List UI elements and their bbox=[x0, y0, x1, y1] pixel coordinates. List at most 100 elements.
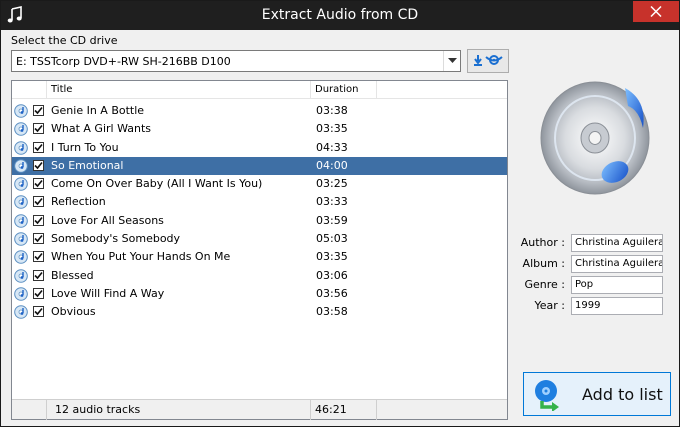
track-checkbox[interactable] bbox=[33, 233, 44, 245]
cd-track-icon bbox=[14, 140, 28, 155]
checkmark-icon bbox=[34, 308, 43, 316]
track-row[interactable]: Reflection 03:33 bbox=[12, 193, 507, 211]
add-to-list-button[interactable]: Add to list bbox=[523, 372, 671, 416]
author-field[interactable]: Christina Aguilera bbox=[571, 234, 663, 252]
cd-drive-select[interactable]: E: TSSTcorp DVD+-RW SH-216BB D100 bbox=[11, 50, 461, 72]
track-row[interactable]: Love Will Find A Way 03:56 bbox=[12, 285, 507, 303]
checkmark-icon bbox=[34, 106, 43, 115]
header-title[interactable]: Title bbox=[47, 81, 311, 99]
year-field[interactable]: 1999 bbox=[571, 297, 663, 315]
cd-track-icon bbox=[14, 104, 28, 118]
track-title: Come On Over Baby (All I Want Is You) bbox=[51, 177, 263, 191]
track-title: Love For All Seasons bbox=[51, 213, 164, 227]
track-duration: 03:35 bbox=[316, 122, 348, 136]
track-row[interactable]: When You Put Your Hands On Me 03:35 bbox=[12, 248, 507, 266]
header-icon-column[interactable] bbox=[12, 81, 47, 99]
track-duration: 03:59 bbox=[316, 213, 348, 227]
track-title: Genie In A Bottle bbox=[51, 104, 145, 117]
genre-field[interactable]: Pop bbox=[571, 276, 663, 294]
track-checkbox[interactable] bbox=[33, 287, 44, 299]
track-duration: 03:25 bbox=[316, 177, 348, 191]
track-row[interactable]: So Emotional 04:00 bbox=[12, 156, 507, 176]
checkmark-icon bbox=[34, 180, 43, 188]
track-title: Blessed bbox=[51, 268, 94, 282]
cd-track-icon bbox=[14, 159, 28, 173]
track-duration: 03:06 bbox=[316, 268, 348, 282]
eject-icon bbox=[474, 55, 503, 66]
track-duration: 04:00 bbox=[316, 158, 348, 172]
cd-track-icon bbox=[14, 305, 28, 320]
checkmark-icon bbox=[34, 235, 43, 243]
track-duration: 03:38 bbox=[316, 104, 348, 117]
album-field[interactable]: Christina Aguilera bbox=[571, 255, 663, 273]
track-checkbox[interactable] bbox=[33, 269, 44, 281]
track-title: Love Will Find A Way bbox=[51, 286, 165, 300]
track-row[interactable]: Blessed 03:06 bbox=[12, 267, 507, 285]
header-duration[interactable]: Duration bbox=[311, 81, 377, 99]
cd-track-icon bbox=[14, 122, 28, 137]
cd-track-icon bbox=[14, 287, 28, 301]
track-checkbox[interactable] bbox=[33, 105, 44, 116]
track-checkbox[interactable] bbox=[33, 123, 44, 135]
track-list-header: Title Duration bbox=[12, 81, 507, 99]
drive-select-value: E: TSSTcorp DVD+-RW SH-216BB D100 bbox=[16, 55, 231, 68]
close-button[interactable] bbox=[633, 1, 679, 22]
cd-track-icon bbox=[14, 250, 28, 265]
footer-blank bbox=[12, 400, 47, 420]
track-title: I Turn To You bbox=[51, 140, 119, 154]
track-row[interactable]: Somebody's Somebody 05:03 bbox=[12, 230, 507, 248]
checkmark-icon bbox=[34, 289, 43, 298]
track-row[interactable]: Obvious 03:58 bbox=[12, 303, 507, 321]
checkmark-icon bbox=[34, 198, 43, 206]
checkmark-icon bbox=[34, 143, 43, 151]
checkmark-icon bbox=[34, 253, 43, 261]
track-title: Somebody's Somebody bbox=[51, 232, 181, 246]
track-duration: 03:58 bbox=[316, 305, 348, 319]
track-checkbox[interactable] bbox=[33, 196, 44, 208]
title-bar[interactable]: Extract Audio from CD bbox=[1, 1, 679, 30]
add-to-list-label: Add to list bbox=[582, 385, 663, 404]
track-checkbox[interactable] bbox=[33, 214, 44, 226]
add-to-list-icon bbox=[535, 380, 559, 411]
track-list[interactable]: Title Duration Genie In A Bottle 03:38 Wha… bbox=[11, 80, 508, 420]
extract-audio-window: Extract Audio from CD Select the CD driv… bbox=[0, 0, 680, 427]
cd-track-icon bbox=[14, 213, 28, 228]
cd-track-icon bbox=[14, 232, 28, 246]
track-title: When You Put Your Hands On Me bbox=[51, 250, 231, 264]
checkmark-icon bbox=[34, 125, 43, 133]
window-title: Extract Audio from CD bbox=[261, 7, 419, 23]
track-checkbox[interactable] bbox=[33, 251, 44, 263]
track-title: So Emotional bbox=[51, 158, 124, 172]
track-row[interactable]: Genie In A Bottle 03:38 bbox=[12, 102, 507, 120]
track-checkbox[interactable] bbox=[33, 306, 44, 318]
track-row[interactable]: What A Girl Wants 03:35 bbox=[12, 120, 507, 138]
track-row[interactable]: Love For All Seasons 03:59 bbox=[12, 212, 507, 230]
track-duration: 04:33 bbox=[316, 140, 348, 154]
track-duration: 03:56 bbox=[316, 286, 348, 300]
checkmark-icon bbox=[34, 216, 43, 224]
track-row[interactable]: Come On Over Baby (All I Want Is You) 03:… bbox=[12, 175, 507, 193]
checkmark-icon bbox=[34, 161, 43, 170]
total-duration: 46:21 bbox=[311, 400, 377, 420]
cd-track-icon bbox=[14, 268, 28, 283]
eject-button[interactable] bbox=[467, 49, 509, 73]
track-duration: 03:33 bbox=[316, 195, 348, 209]
track-checkbox[interactable] bbox=[33, 159, 44, 171]
cd-track-icon bbox=[14, 177, 28, 191]
track-title: What A Girl Wants bbox=[51, 122, 152, 136]
chevron-down-icon bbox=[448, 58, 457, 63]
cd-track-icon bbox=[14, 195, 28, 210]
genre-label: Genre : bbox=[524, 278, 565, 291]
checkmark-icon bbox=[34, 271, 43, 279]
track-title: Reflection bbox=[51, 195, 106, 209]
client-area: Select the CD drive E: TSSTcorp DVD+-RW … bbox=[1, 30, 679, 426]
track-rows: Genie In A Bottle 03:38 What A Girl Wants 0… bbox=[12, 102, 507, 322]
track-checkbox[interactable] bbox=[33, 178, 44, 190]
track-count: 12 audio tracks bbox=[47, 400, 311, 420]
track-checkbox[interactable] bbox=[33, 141, 44, 153]
dropdown-arrow[interactable] bbox=[443, 51, 460, 71]
year-label: Year : bbox=[534, 299, 566, 312]
album-label: Album : bbox=[522, 257, 565, 270]
track-title: Obvious bbox=[51, 305, 96, 319]
track-row[interactable]: I Turn To You 04:33 bbox=[12, 139, 507, 157]
